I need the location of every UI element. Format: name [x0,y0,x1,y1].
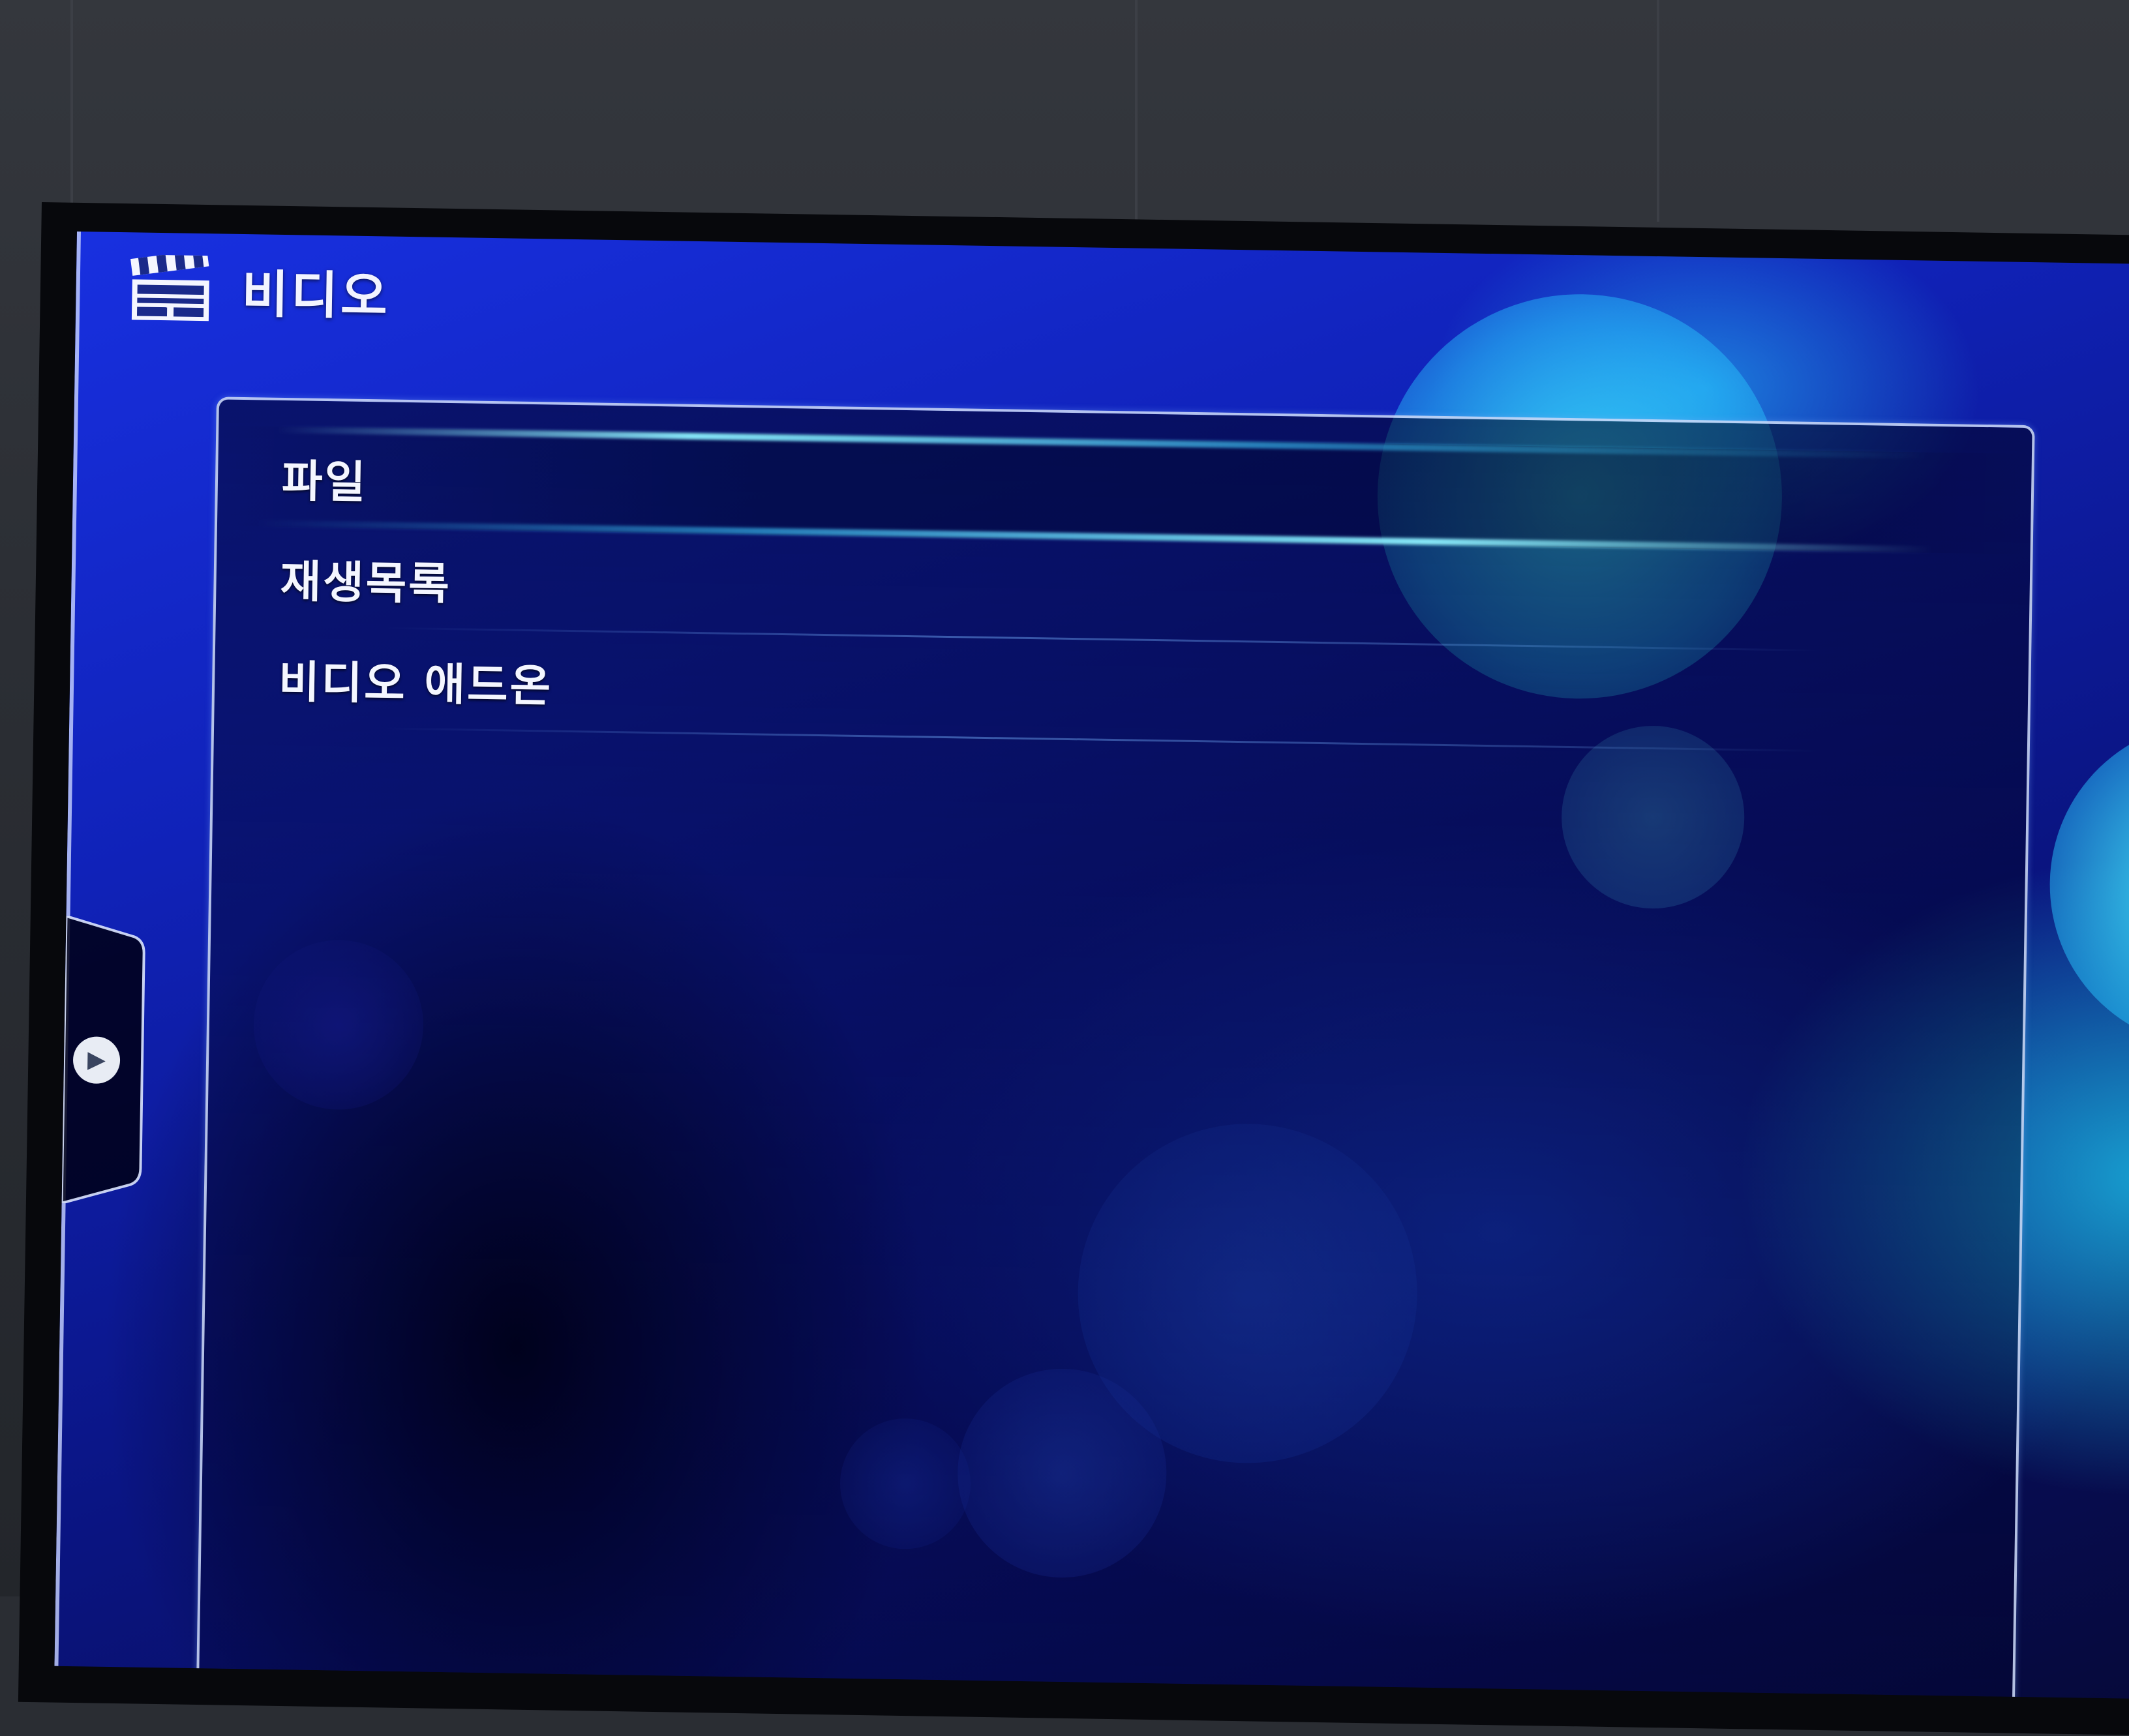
side-menu-tab[interactable]: ▶ [61,916,151,1205]
bokeh-bubble [2047,719,2129,1051]
menu-item-label: 비디오 애드온 [278,656,553,713]
menu-divider [384,727,1819,753]
main-panel: 파일 재생목록 비디오 애드온 [196,397,2035,1699]
wall-seam [1657,0,1659,222]
clapperboard-icon [128,248,214,324]
page-title: 비디오 [241,265,391,327]
wall-seam [1135,0,1138,222]
menu-item-label: 재생목록 [279,556,452,610]
wall-seam [70,0,73,222]
tv-screen: 비디오 파일 재생목록 비디오 애드온 ▶ [54,232,2129,1699]
page-header: 비디오 [128,248,391,329]
menu-item-label: 파일 [281,455,368,509]
main-menu: 파일 재생목록 비디오 애드온 [214,425,2032,755]
